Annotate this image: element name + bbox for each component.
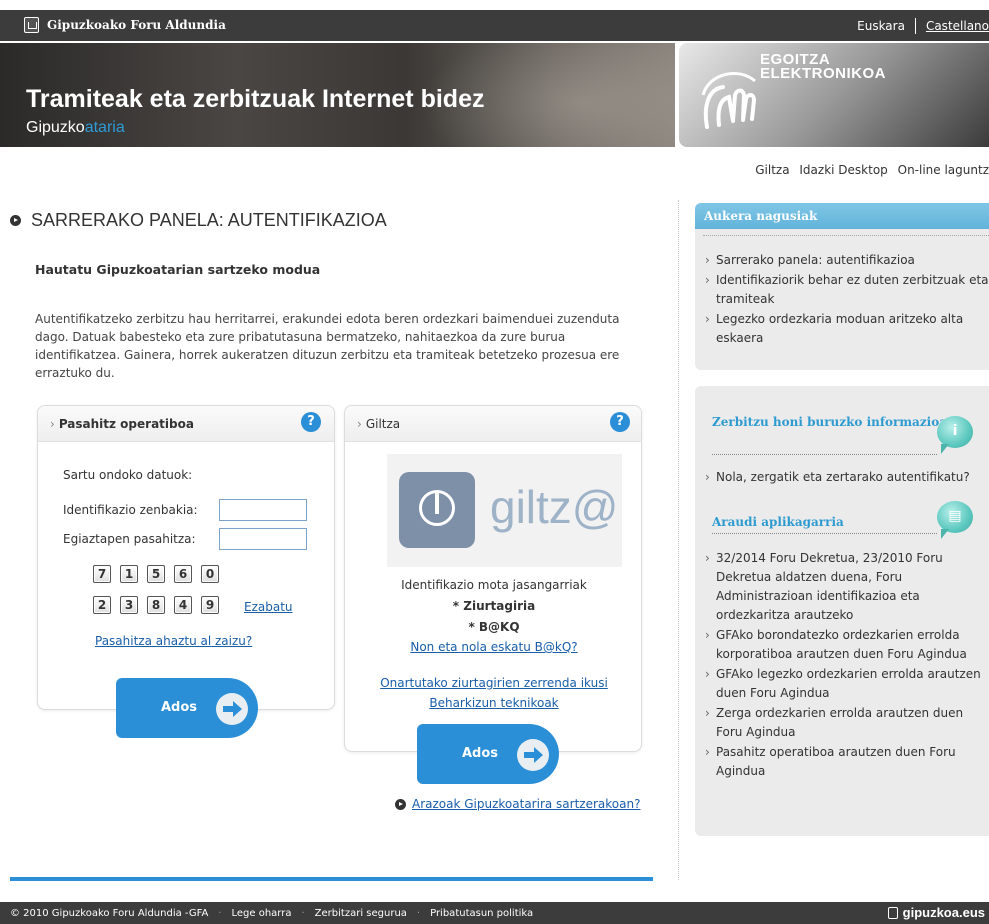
keypad-row-1: 7 1 5 6 0 (93, 565, 228, 583)
password-label: Egiaztapen pasahitza: (63, 532, 196, 546)
law-header: Araudi aplikagarria (712, 515, 844, 529)
id-label: Identifikazio zenbakia: (63, 503, 198, 517)
law-item[interactable]: GFAko legezko ordezkarien errolda arautz… (705, 665, 989, 703)
help-icon[interactable]: ? (301, 412, 321, 432)
util-help[interactable]: On-line laguntz (898, 163, 989, 177)
sidebar-item-no-id-services[interactable]: Identifikaziorik behar ez duten zerbitzu… (705, 271, 989, 309)
chevron-right-icon: › (357, 417, 362, 431)
footer: © 2010 Gipuzkoako Foru Aldundia -GFA · L… (0, 902, 989, 924)
password-panel-header: › Pasahitz operatiboa ? (38, 406, 334, 442)
trouble-link-row: Arazoak Gipuzkoatarira sartzerakoan? (395, 797, 640, 811)
egoitza-elektronikoa-banner[interactable]: EGOITZA ELEKTRONIKOA (679, 43, 989, 147)
keypad-row-2: 2 3 8 4 9 (93, 596, 228, 614)
prompt-text: Sartu ondoko datuok: (63, 468, 193, 482)
footer-secure-link[interactable]: Zerbitzari segurua (315, 908, 407, 919)
password-panel: › Pasahitz operatiboa ? Sartu ondoko datu… (37, 405, 335, 738)
keypad-key[interactable]: 2 (93, 596, 111, 614)
bakq-request-link[interactable]: Non eta nola eskatu B@kQ? (410, 640, 577, 654)
footer-legal-link[interactable]: Lege oharra (231, 908, 291, 919)
top-strip (0, 0, 989, 10)
footer-privacy-link[interactable]: Pribatutasun politika (430, 908, 533, 919)
law-item[interactable]: Pasahitz operatiboa arautzen duen Foru A… (705, 743, 989, 781)
giltza-logo: giltz@ (387, 454, 622, 567)
shield-icon (24, 17, 39, 33)
egoitza-label: EGOITZA ELEKTRONIKOA (760, 51, 886, 82)
type-bakq: * B@KQ (468, 620, 520, 634)
lang-castellano[interactable]: Castellano (916, 19, 989, 34)
giltza-key-icon (399, 472, 475, 548)
lang-euskara[interactable]: Euskara (847, 19, 915, 34)
giltza-panel-title: Giltza (365, 417, 401, 431)
sidebar-item-panel[interactable]: Sarrerako panela: autentifikazioa (705, 251, 989, 270)
sidebar-item-legal-rep[interactable]: Legezko ordezkaria moduan aritzeko alta … (705, 310, 989, 348)
shield-icon (887, 906, 898, 919)
sidebar-main-header: Aukera nagusiak (695, 203, 989, 229)
password-input[interactable] (219, 528, 307, 550)
tech-requirements-link[interactable]: Beharkizun teknikoak (429, 696, 558, 710)
password-ok-button[interactable]: Ados (116, 678, 258, 738)
page-title: SARRERAKO PANELA: AUTENTIFIKAZIOA (10, 210, 387, 231)
help-icon[interactable]: ? (610, 412, 630, 432)
bullet-icon (395, 798, 406, 810)
banner: Tramiteak eta zerbitzuak Internet bidez … (0, 41, 989, 147)
certificates-list-link[interactable]: Onartutako ziurtagirien zerrenda ikusi (380, 676, 608, 690)
keypad-key[interactable]: 7 (93, 565, 111, 583)
law-item[interactable]: GFAko borondatezko ordezkarien errolda k… (705, 626, 989, 664)
keypad-key[interactable]: 9 (201, 596, 219, 614)
law-item[interactable]: 32/2014 Foru Dekretua, 23/2010 Foru Dekr… (705, 549, 989, 625)
forgot-password-link[interactable]: Pasahitza ahaztu al zaizu? (95, 634, 252, 648)
giltza-logo-text: giltz@ (490, 481, 619, 533)
footer-brand[interactable]: gipuzkoa.eus (887, 905, 985, 920)
bullet-icon (10, 215, 21, 226)
giltza-ok-button[interactable]: Ados (417, 724, 559, 784)
type-certificate: * Ziurtagiria (452, 599, 536, 613)
footer-copyright: © 2010 Gipuzkoako Foru Aldundia -GFA (10, 908, 209, 919)
arrow-right-icon (517, 739, 549, 771)
keypad-key[interactable]: 3 (120, 596, 138, 614)
banner-title: Tramiteak eta zerbitzuak Internet bidez (26, 85, 485, 113)
law-item[interactable]: Zerga ordezkarien errolda arautzen duen … (705, 704, 989, 742)
hand-touch-icon (701, 72, 757, 129)
keypad-key[interactable]: 1 (120, 565, 138, 583)
sidebar-main-options: Aukera nagusiak Sarrerako panela: autent… (695, 203, 989, 370)
info-item-why-authenticate[interactable]: Nola, zergatik eta zertarako autentifika… (705, 468, 989, 487)
intro-text: Autentifikatzeko zerbitzu hau herritarre… (35, 312, 620, 380)
giltza-panel: › Giltza ? giltz@ Identifikazio mota jasa… (344, 405, 642, 784)
banner-subtitle: Gipuzkoataria (26, 119, 125, 136)
arrow-right-icon (216, 693, 248, 725)
keypad-key[interactable]: 4 (174, 596, 192, 614)
password-panel-title: Pasahitz operatiboa (58, 417, 194, 431)
keypad-key[interactable]: 8 (147, 596, 165, 614)
trouble-link[interactable]: Arazoak Gipuzkoatarira sartzerakoan? (412, 797, 640, 811)
util-giltza[interactable]: Giltza (755, 163, 789, 177)
sidebar-info: Zerbitzu honi buruzko informazioa i Nola… (695, 386, 989, 836)
brand-name: Gipuzkoako Foru Aldundia (47, 18, 226, 32)
clear-link[interactable]: Ezabatu (244, 600, 293, 614)
keypad-key[interactable]: 0 (201, 565, 219, 583)
giltza-panel-header: › Giltza ? (345, 406, 641, 442)
info-bubble-icon: i (937, 416, 973, 454)
keypad-key[interactable]: 6 (174, 565, 192, 583)
language-switch: Euskara Castellano (847, 18, 989, 34)
column-divider (678, 200, 679, 880)
keypad-key[interactable]: 5 (147, 565, 165, 583)
page-subtitle: Hautatu Gipuzkoatarian sartzeko modua (35, 262, 321, 277)
types-label: Identifikazio mota jasangarriak (401, 578, 587, 592)
info-header: Zerbitzu honi buruzko informazioa (712, 415, 947, 429)
brand[interactable]: Gipuzkoako Foru Aldundia (24, 17, 226, 33)
id-number-input[interactable] (219, 499, 307, 521)
document-bubble-icon: ▤ (937, 501, 973, 539)
footer-accent-line (10, 877, 653, 881)
util-idazki[interactable]: Idazki Desktop (799, 163, 887, 177)
banner-image: Tramiteak eta zerbitzuak Internet bidez … (0, 43, 675, 147)
utility-links: Giltza Idazki Desktop On-line laguntz (749, 163, 989, 177)
top-bar: Gipuzkoako Foru Aldundia Euskara Castell… (0, 10, 989, 41)
chevron-right-icon: › (50, 417, 55, 431)
